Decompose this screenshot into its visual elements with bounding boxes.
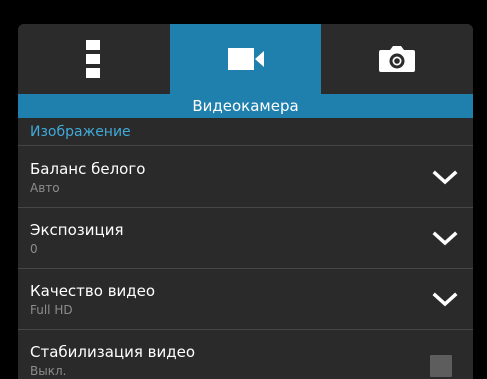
setting-label: Баланс белого [30,160,146,178]
setting-white-balance[interactable]: Баланс белого Авто [18,147,473,208]
camera-icon [379,46,416,72]
setting-label: Экспозиция [30,221,124,239]
tab-video[interactable] [169,24,322,94]
page-title: Видеокамера [18,94,473,118]
section-header: Изображение [18,118,473,146]
tab-photo[interactable] [321,24,473,94]
setting-value: Full HD [30,303,73,317]
vertical-dots-icon [85,40,100,78]
tab-menu[interactable] [18,24,170,94]
video-camera-icon [227,48,264,70]
chevron-down-icon[interactable] [431,227,459,249]
setting-video-stabilization[interactable]: Стабилизация видео Выкл. [18,330,473,379]
chevron-down-icon[interactable] [431,288,459,310]
setting-exposure[interactable]: Экспозиция 0 [18,208,473,269]
setting-value: Выкл. [30,364,67,378]
setting-label: Качество видео [30,282,156,300]
chevron-down-icon[interactable] [431,166,459,188]
camera-settings-panel: Видеокамера Изображение Баланс белого Ав… [18,24,473,379]
setting-value: 0 [30,242,38,256]
setting-label: Стабилизация видео [30,343,196,361]
mode-tabs [18,24,473,94]
stabilization-checkbox[interactable] [430,355,452,377]
setting-value: Авто [30,181,60,195]
setting-video-quality[interactable]: Качество видео Full HD [18,269,473,330]
